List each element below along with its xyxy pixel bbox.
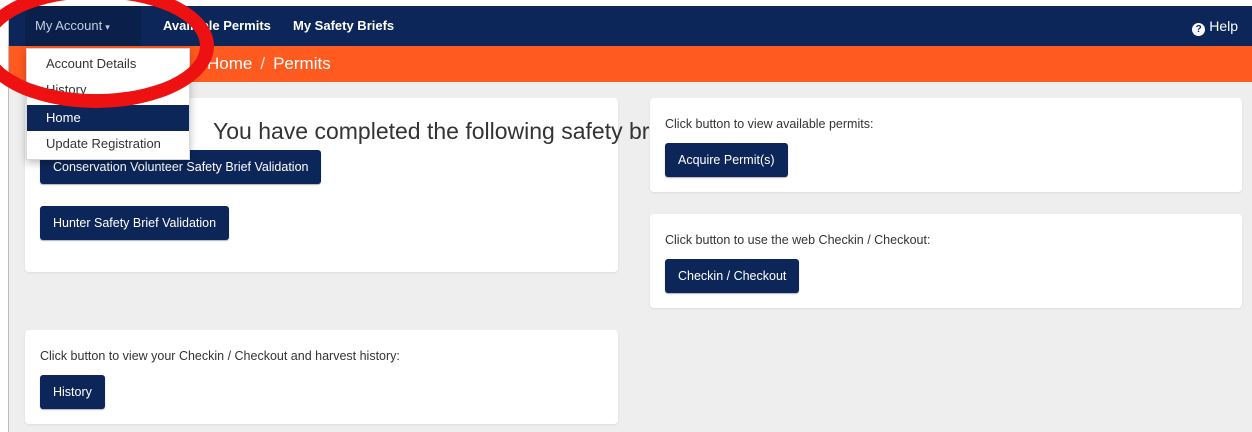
account-dropdown-menu: Account Details History Home Update Regi… xyxy=(26,48,190,160)
breadcrumb-separator: / xyxy=(260,54,266,73)
checkin-checkout-button[interactable]: Checkin / Checkout xyxy=(665,259,800,293)
caret-down-icon: ▾ xyxy=(105,22,110,32)
history-instruction: Click button to view your Checkin / Chec… xyxy=(40,349,400,363)
nav-my-account[interactable]: My Account ▾ xyxy=(25,6,141,46)
menu-item-account-details[interactable]: Account Details xyxy=(27,51,189,77)
question-circle-icon: ? xyxy=(1192,23,1206,36)
nav-my-safety-briefs[interactable]: My Safety Briefs xyxy=(293,6,394,46)
safety-briefs-heading: You have completed the following safety … xyxy=(213,118,692,144)
nav-help-label: Help xyxy=(1209,18,1238,34)
acquire-permits-button[interactable]: Acquire Permit(s) xyxy=(665,143,788,177)
breadcrumb: Home / Permits xyxy=(207,46,331,82)
breadcrumb-bar: Home / Permits xyxy=(9,46,1252,82)
top-navbar: My Account ▾ Available Permits My Safety … xyxy=(9,6,1252,46)
nav-my-account-label: My Account xyxy=(35,18,103,33)
menu-item-update-registration[interactable]: Update Registration xyxy=(27,131,189,157)
history-button[interactable]: History xyxy=(40,375,105,409)
menu-item-history[interactable]: History xyxy=(27,77,189,103)
nav-available-permits[interactable]: Available Permits xyxy=(163,6,271,46)
breadcrumb-permits: Permits xyxy=(273,54,331,73)
nav-help[interactable]: ? Help xyxy=(1192,6,1238,46)
page-frame: My Account ▾ Available Permits My Safety … xyxy=(8,6,1252,432)
checkin-panel: Click button to use the web Checkin / Ch… xyxy=(650,214,1242,308)
permits-panel: Click button to view available permits: … xyxy=(650,98,1242,192)
checkin-instruction: Click button to use the web Checkin / Ch… xyxy=(665,233,931,247)
menu-item-home[interactable]: Home xyxy=(27,105,189,131)
breadcrumb-home[interactable]: Home xyxy=(207,54,252,73)
hunter-brief-button[interactable]: Hunter Safety Brief Validation xyxy=(40,206,230,240)
permits-instruction: Click button to view available permits: xyxy=(665,117,874,131)
history-panel: Click button to view your Checkin / Chec… xyxy=(25,330,618,424)
